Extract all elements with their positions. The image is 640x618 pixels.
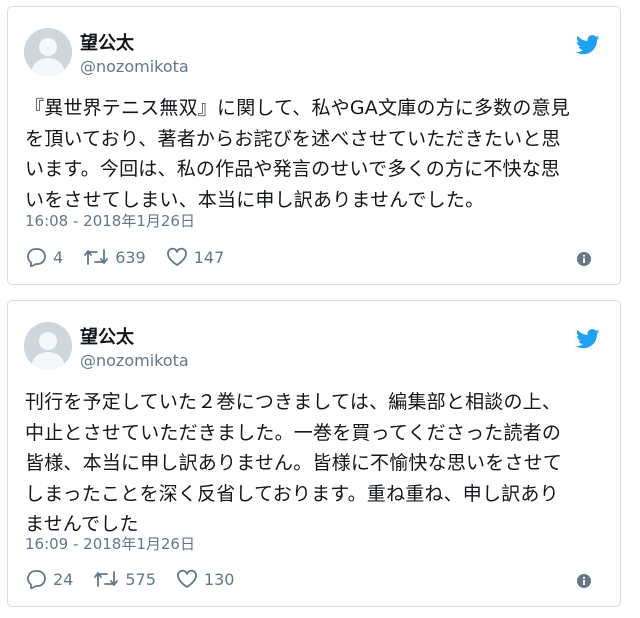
reply-count: 24 (53, 569, 74, 589)
timestamp[interactable]: 16:08 - 2018年1月26日 (25, 210, 195, 231)
retweet-button[interactable]: 639 (83, 247, 146, 267)
display-name[interactable]: 望公太 (80, 34, 134, 54)
reply-icon (27, 570, 46, 589)
tweet-text: 刊行を予定していた２巻につきましては、編集部と相談の上、 中止とさせていただきま… (25, 391, 563, 535)
like-icon (166, 247, 187, 266)
tweet-card: 望公太 @nozomikota 『異世界テニス無双』に関して、私やGA文庫の方に… (7, 6, 621, 285)
retweet-count: 639 (115, 247, 146, 267)
user-handle[interactable]: @nozomikota (80, 352, 189, 370)
retweet-button[interactable]: 575 (93, 569, 156, 589)
twitter-bird-icon[interactable] (576, 329, 600, 349)
like-icon (177, 569, 197, 588)
tweet-text: 『異世界テニス無双』に関して、私やGA文庫の方に多数の意見 を頂いており、著者か… (25, 97, 571, 211)
reply-button[interactable]: 24 (25, 569, 73, 589)
like-count: 147 (193, 247, 225, 267)
tweet-actions: 24 575 130 (25, 568, 254, 590)
reply-button[interactable]: 4 (25, 247, 63, 267)
like-button[interactable]: 147 (166, 247, 225, 267)
retweet-count: 575 (125, 569, 156, 589)
avatar[interactable] (24, 322, 72, 370)
info-icon[interactable] (576, 251, 592, 267)
timestamp[interactable]: 16:09 - 2018年1月26日 (25, 533, 195, 554)
retweet-icon (84, 249, 109, 265)
like-count: 130 (203, 569, 235, 589)
tweet-card: 望公太 @nozomikota 刊行を予定していた２巻につきましては、編集部と相… (7, 300, 621, 607)
display-name[interactable]: 望公太 (80, 328, 134, 348)
info-icon[interactable] (576, 573, 592, 589)
user-handle[interactable]: @nozomikota (80, 58, 189, 76)
avatar[interactable] (24, 28, 72, 76)
reply-count: 4 (53, 247, 64, 267)
reply-icon (27, 248, 46, 267)
tweet-actions: 4 639 147 (25, 246, 244, 268)
retweet-icon (94, 571, 119, 587)
like-button[interactable]: 130 (176, 569, 235, 589)
twitter-bird-icon[interactable] (576, 35, 600, 55)
